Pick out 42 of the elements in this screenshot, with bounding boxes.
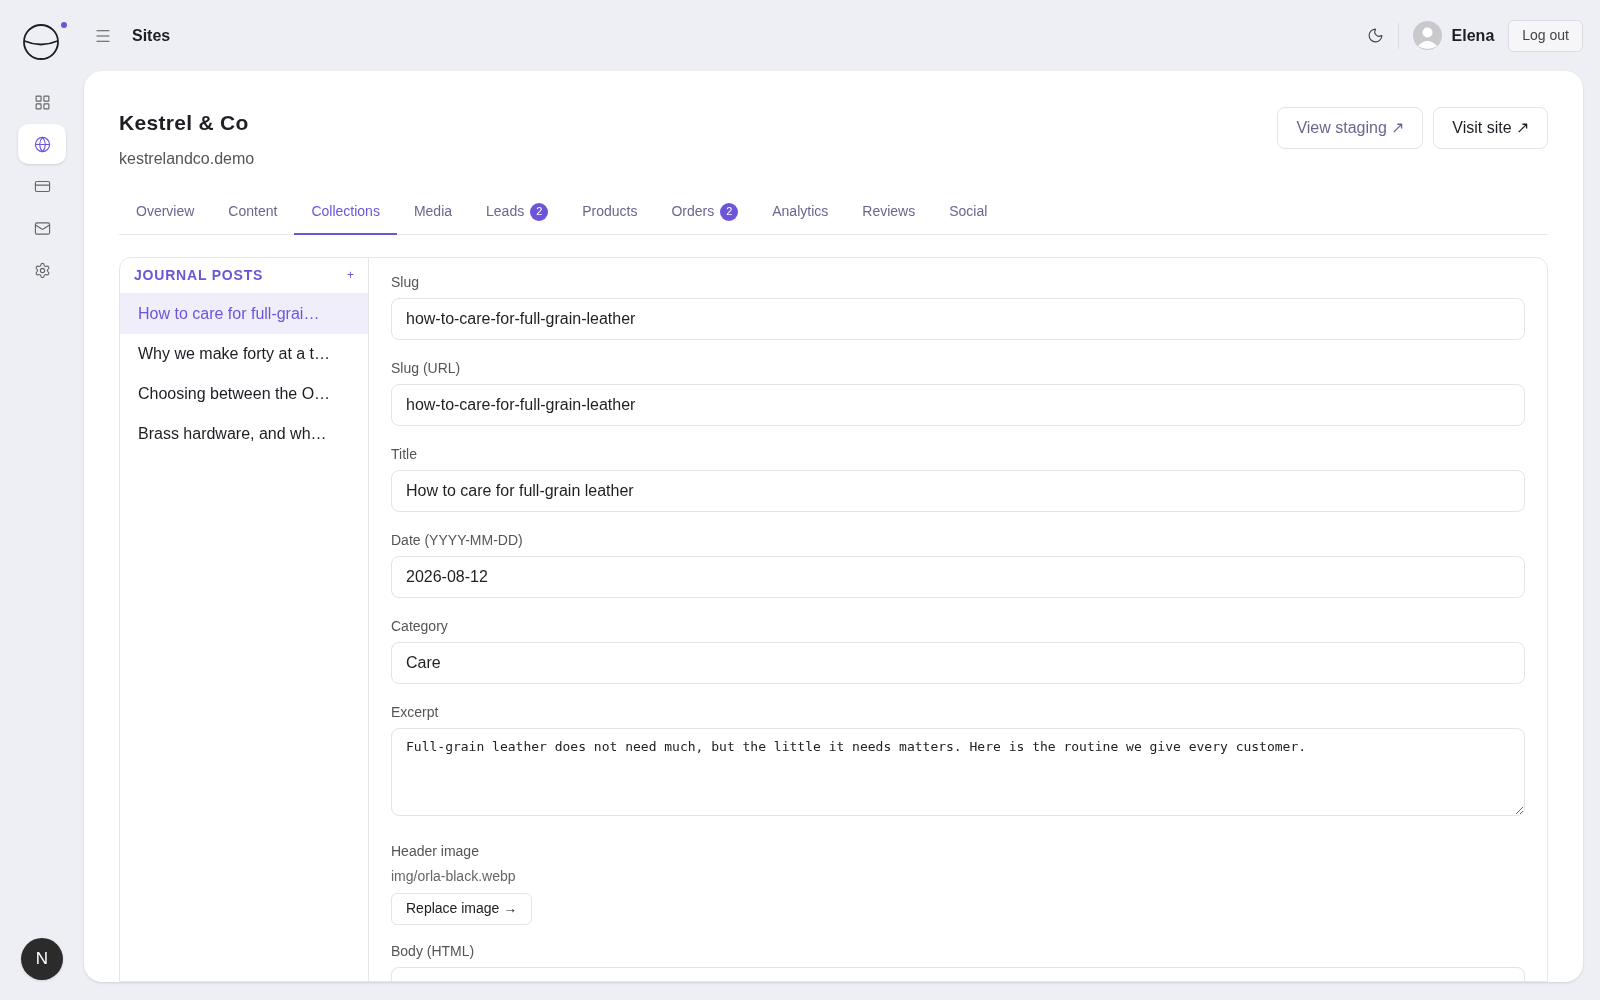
logout-button[interactable]: Log out [1508, 19, 1583, 52]
external-link-button[interactable]: View staging ↗ [1277, 107, 1424, 149]
field-label: Excerpt [391, 702, 439, 722]
tab[interactable]: Orders 2 [654, 190, 756, 235]
account-badge[interactable]: N [21, 938, 63, 980]
field-label: Header image [391, 841, 479, 861]
text-field[interactable]: Care [391, 641, 1525, 684]
post-item[interactable]: Choosing between the O… [120, 373, 368, 414]
external-link-button[interactable]: Visit site ↗ [1433, 107, 1548, 149]
excerpt-field[interactable]: Full-grain leather does not need much, but the little it needs matters. Here is the routine we give every customer. [391, 727, 1525, 816]
post-item[interactable]: Why we make forty at a t… [120, 333, 368, 374]
site-domain: kestrelandco.demo [119, 148, 255, 169]
tab[interactable]: Collections [294, 190, 397, 235]
tab[interactable]: Products [565, 190, 655, 235]
text-field[interactable]: 2026-08-12 [391, 555, 1525, 598]
site-name: Kestrel & Co [119, 110, 250, 136]
field-label: Body (HTML) [391, 941, 475, 961]
tab[interactable]: Content [211, 190, 295, 235]
tab[interactable]: Analytics [755, 190, 846, 235]
field-label: Date (YYYY-MM-DD) [391, 530, 523, 550]
field-label: Slug (URL) [391, 358, 461, 378]
post-item[interactable]: Brass hardware, and wh… [120, 413, 368, 454]
tab[interactable]: Media [396, 190, 470, 235]
field-label: Title [391, 444, 417, 464]
tab[interactable]: Leads 2 [469, 190, 566, 235]
image-path: img/orla-black.webp [391, 866, 516, 886]
count-badge: 2 [720, 202, 739, 221]
text-field[interactable]: how-to-care-for-full-grain-leather [391, 297, 1525, 340]
field-label: Category [391, 616, 448, 636]
post-item[interactable]: How to care for full-grai… [120, 293, 368, 334]
field-label: Slug [391, 272, 420, 292]
user-name: Elena [1451, 25, 1495, 46]
text-field[interactable]: how-to-care-for-full-grain-leather [391, 383, 1525, 426]
tab[interactable]: Reviews [845, 190, 933, 235]
add-post-button[interactable]: + [347, 266, 354, 284]
tab[interactable]: Overview [119, 190, 212, 235]
count-badge: 2 [530, 202, 549, 221]
text-field[interactable]: How to care for full-grain leather [391, 469, 1525, 512]
collection-title: JOURNAL POSTS [134, 265, 264, 285]
tab[interactable]: Social [932, 190, 1005, 235]
page-title: Sites [132, 25, 171, 46]
replace-image-button[interactable]: Replace image → [391, 892, 533, 925]
